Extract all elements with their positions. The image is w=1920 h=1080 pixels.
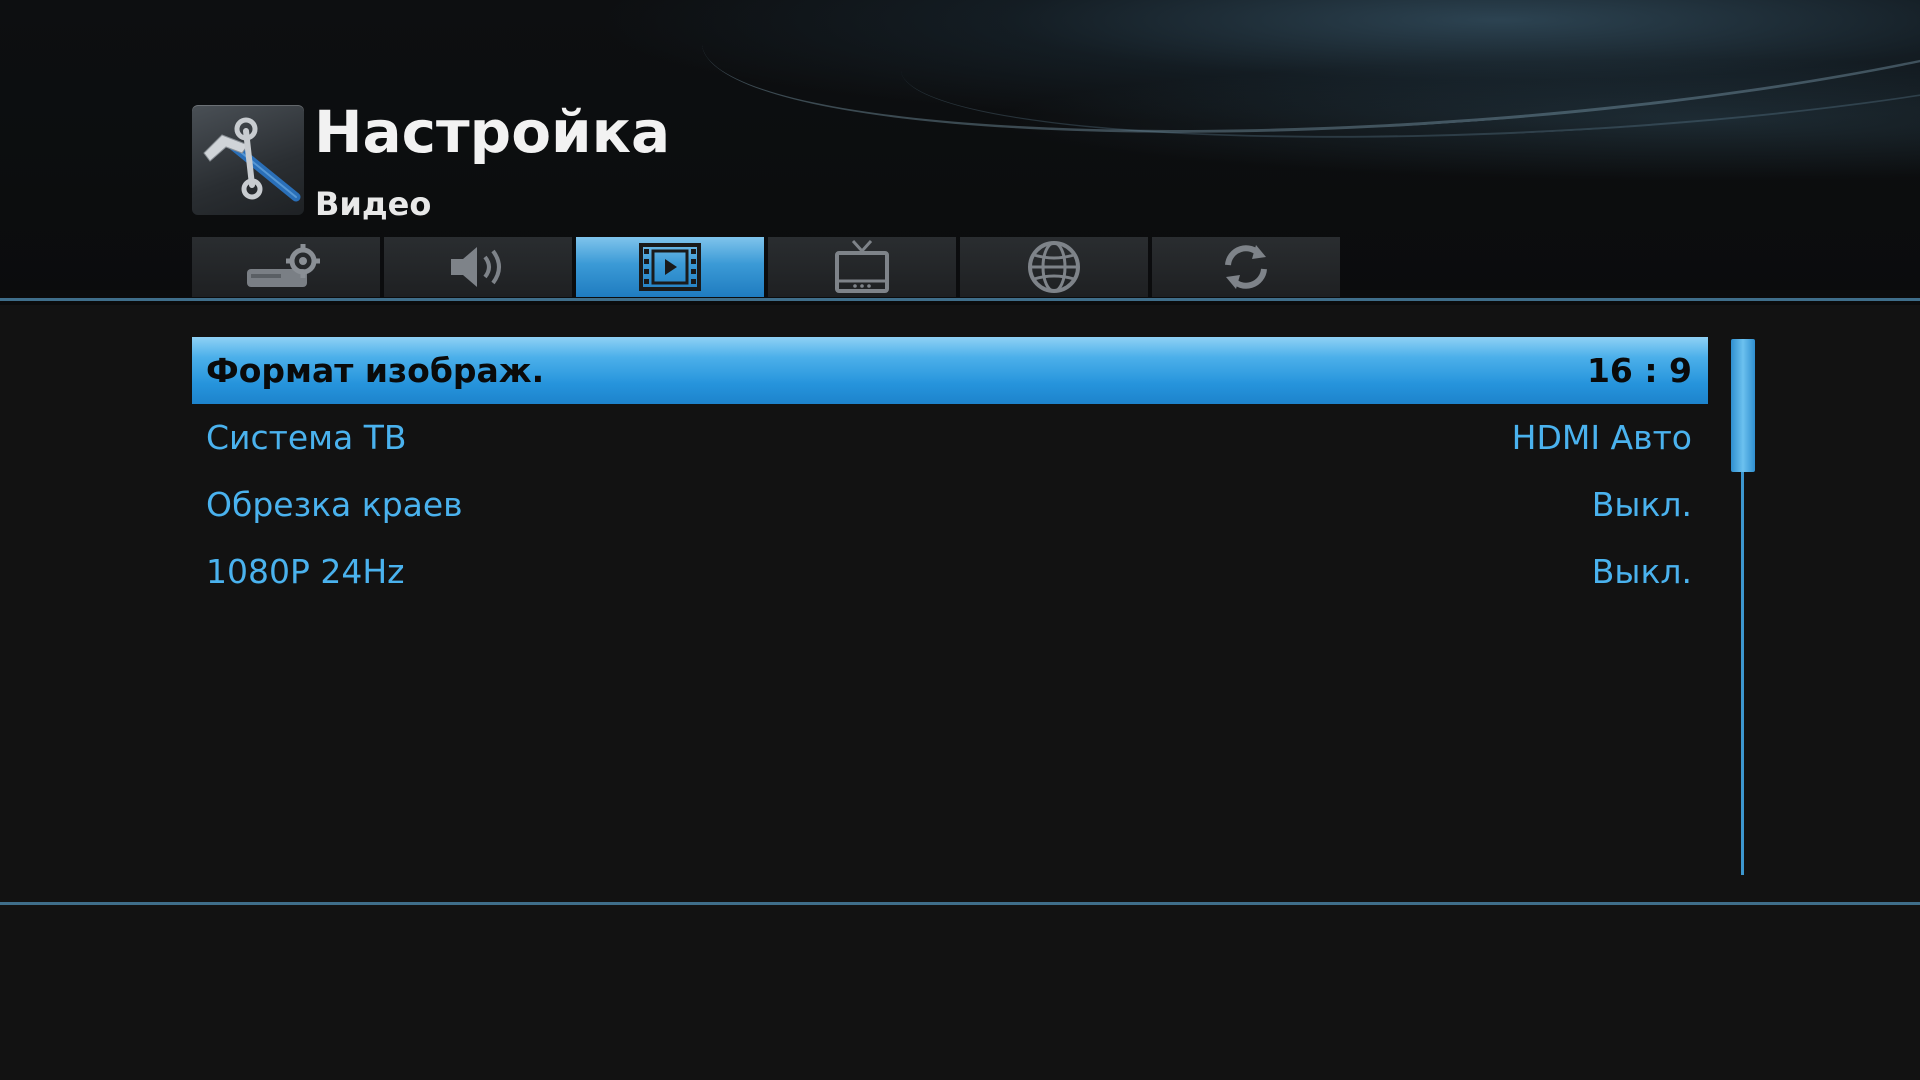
settings-screen: Настройка Видео Формат изображ. 16: 9 С… — [0, 0, 1920, 1080]
menu-item-label: Система ТВ — [206, 418, 407, 457]
scrollbar-thumb[interactable] — [1731, 339, 1755, 472]
page-title: Настройка — [314, 98, 671, 166]
system-settings-icon — [247, 244, 320, 287]
menu-item-overscan[interactable]: Обрезка краев Выкл. — [192, 471, 1708, 538]
menu-item-1080p24[interactable]: 1080P 24Hz Выкл. — [192, 538, 1708, 605]
footer-divider — [0, 902, 1920, 905]
wrench-hammer-icon — [192, 105, 304, 215]
menu-item-label: Обрезка краев — [206, 485, 463, 524]
menu-item-aspect-ratio[interactable]: Формат изображ. 16 : 9 — [192, 337, 1708, 404]
tab-audio[interactable] — [384, 237, 572, 297]
page-subtitle: Видео — [315, 185, 432, 223]
menu-item-value: 16 : 9 — [1586, 351, 1692, 390]
menu-item-tv-system[interactable]: Система ТВ HDMI Авто — [192, 404, 1708, 471]
film-video-icon — [639, 243, 701, 291]
tab-video[interactable] — [576, 237, 764, 297]
menu-item-label: 1080P 24Hz — [206, 552, 405, 591]
tab-network[interactable] — [960, 237, 1148, 297]
header-divider — [0, 298, 1920, 301]
speaker-audio-icon — [451, 247, 501, 287]
refresh-update-icon — [1225, 245, 1267, 289]
tab-update[interactable] — [1152, 237, 1340, 297]
menu-item-value: Выкл. — [1591, 485, 1692, 524]
menu-item-value: Выкл. — [1591, 552, 1692, 591]
category-tabs — [192, 237, 1344, 297]
settings-list: Формат изображ. 16 : 9 Система ТВ HDMI А… — [192, 337, 1708, 605]
menu-item-label: Формат изображ. — [206, 351, 545, 390]
tab-system[interactable] — [192, 237, 380, 297]
menu-item-value: HDMI Авто — [1511, 418, 1692, 457]
tv-icon — [835, 239, 889, 293]
globe-network-icon — [1028, 241, 1080, 293]
tab-tv[interactable] — [768, 237, 956, 297]
